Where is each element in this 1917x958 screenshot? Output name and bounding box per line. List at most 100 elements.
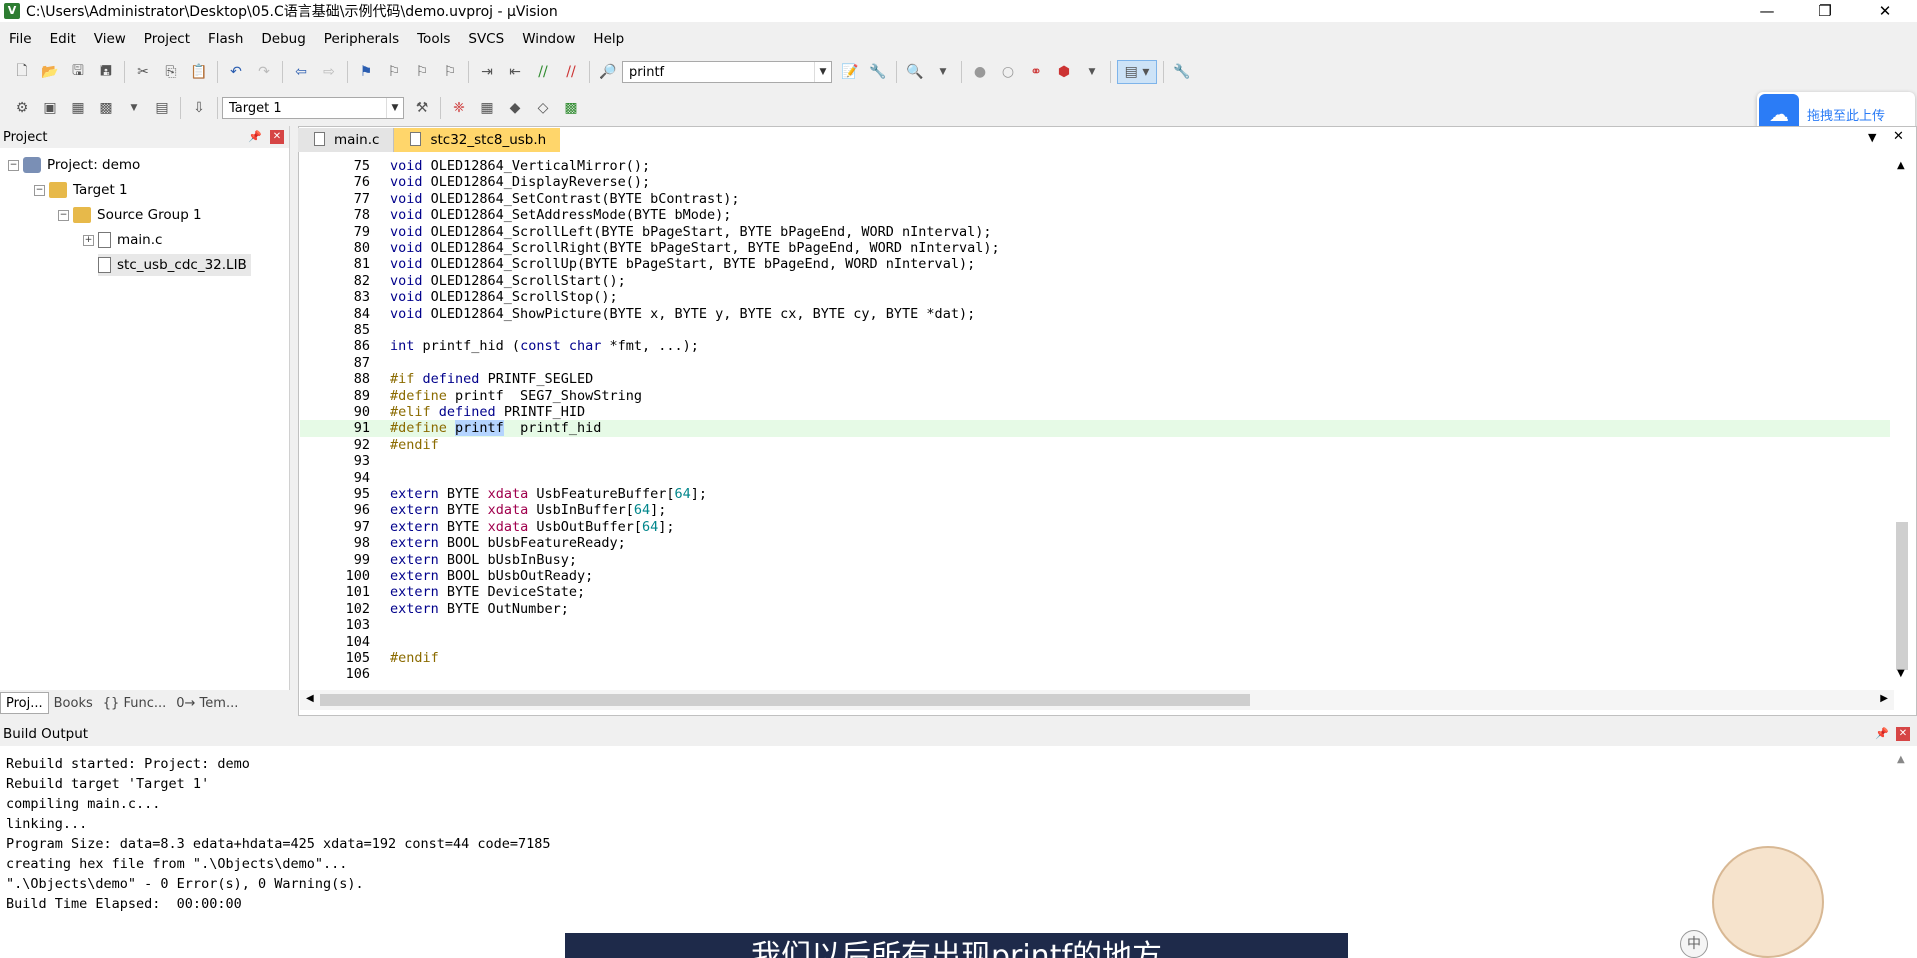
find-combobox[interactable]: printf ▼ [622,61,832,83]
menu-peripherals[interactable]: Peripherals [315,31,408,47]
code-line[interactable]: 100 extern BOOL bUsbOutReady; [300,568,1890,584]
disable-breakpoint-icon[interactable]: ○ [996,60,1020,84]
code-line[interactable]: 78 void OLED12864_SetAddressMode(BYTE bMo… [300,207,1890,223]
code-line[interactable]: 105 #endif [300,650,1890,666]
code-line[interactable]: 92 #endif [300,437,1890,453]
find-replace-icon[interactable]: 🔧 [866,60,890,84]
pack-installer-icon[interactable]: ▩ [559,96,583,120]
scroll-up-icon[interactable]: ▲ [1897,160,1905,171]
bookmark-icon[interactable]: ⚑ [354,60,378,84]
code-line[interactable]: 102 extern BYTE OutNumber; [300,601,1890,617]
close-window-button[interactable]: ✕ [1856,0,1914,22]
build-icon[interactable]: ▣ [38,96,62,120]
configure-tools-icon[interactable]: 🔧 [1170,60,1194,84]
code-line[interactable]: 83 void OLED12864_ScrollStop(); [300,289,1890,305]
tree-file-lib[interactable]: stc_usb_cdc_32.LIB [98,254,251,276]
start-debug-icon[interactable]: 🔍 [903,60,927,84]
code-line[interactable]: 86 int printf_hid (const char *fmt, ...); [300,338,1890,354]
indent-icon[interactable]: ⇥ [475,60,499,84]
copy-icon[interactable]: ⎘ [159,60,183,84]
unindent-icon[interactable]: ⇤ [503,60,527,84]
code-line[interactable]: 96 extern BYTE xdata UsbInBuffer[64]; [300,502,1890,518]
ime-indicator[interactable]: 中 [1680,930,1708,958]
menu-window[interactable]: Window [513,31,584,47]
tab-stc32-usb-h[interactable]: stc32_stc8_usb.h [394,128,561,152]
tab-project[interactable]: Proj... [0,692,49,714]
save-all-icon[interactable]: 🖪 [94,60,118,84]
pin-icon[interactable]: 📌 [248,130,262,143]
manage-items-icon[interactable]: ▦ [475,96,499,120]
new-file-icon[interactable]: 🗋 [10,60,34,84]
cut-icon[interactable]: ✂ [131,60,155,84]
chevron-down-icon[interactable]: ▼ [931,60,955,84]
code-line[interactable]: 77 void OLED12864_SetContrast(BYTE bContr… [300,191,1890,207]
prev-bookmark-icon[interactable]: ⚐ [382,60,406,84]
collapse-icon[interactable]: − [34,184,45,196]
code-line[interactable]: 93 [300,453,1890,469]
menu-project[interactable]: Project [135,31,199,47]
menu-view[interactable]: View [85,31,135,47]
kill-breakpoints-icon[interactable]: ⚭ [1024,60,1048,84]
code-line[interactable]: 89 #define printf SEG7_ShowString [300,388,1890,404]
code-line[interactable]: 98 extern BOOL bUsbFeatureReady; [300,535,1890,551]
redo-icon[interactable]: ↷ [252,60,276,84]
collapse-icon[interactable]: − [58,209,69,221]
manage-components-icon[interactable]: ❈ [447,96,471,120]
code-line[interactable]: 103 [300,617,1890,633]
clear-bookmarks-icon[interactable]: ⚐ [438,60,462,84]
scrollbar-thumb[interactable] [1896,522,1908,670]
chevron-down-icon[interactable]: ▼ [1080,60,1104,84]
close-icon[interactable]: ✕ [270,130,284,144]
chevron-down-icon[interactable]: ▼ [386,98,403,118]
tab-main-c[interactable]: main.c [298,128,395,152]
close-editor-icon[interactable]: ✕ [1893,129,1904,144]
target-select[interactable]: Target 1 ▼ [222,97,404,119]
menu-edit[interactable]: Edit [41,31,85,47]
scroll-down-icon[interactable]: ▼ [1897,668,1905,679]
open-folder-icon[interactable]: 📂 [38,60,62,84]
code-line[interactable]: 81 void OLED12864_ScrollUp(BYTE bPageStar… [300,256,1890,272]
scroll-left-icon[interactable]: ◀ [306,693,314,704]
nav-forward-icon[interactable]: ⇨ [317,60,341,84]
scroll-up-icon[interactable]: ▲ [1897,754,1905,765]
config-options-icon[interactable]: ⬢ [1052,60,1076,84]
download-icon[interactable]: ⇩ [187,96,211,120]
chevron-down-icon[interactable]: ▼ [814,62,831,82]
menu-flash[interactable]: Flash [199,31,252,47]
uncomment-icon[interactable]: // [559,60,583,84]
rebuild-icon[interactable]: ▦ [66,96,90,120]
save-icon[interactable]: 🖫 [66,60,90,84]
code-line[interactable]: 90 #elif defined PRINTF_HID [300,404,1890,420]
code-line[interactable]: 99 extern BOOL bUsbInBusy; [300,552,1890,568]
tab-list-icon[interactable]: ▼ [1868,131,1876,144]
code-line[interactable]: 88 #if defined PRINTF_SEGLED [300,371,1890,387]
code-line[interactable]: 84 void OLED12864_ShowPicture(BYTE x, BYT… [300,306,1890,322]
window-layout-icon[interactable]: ▤ ▾ [1117,60,1157,84]
code-line[interactable]: 95 extern BYTE xdata UsbFeatureBuffer[64]… [300,486,1890,502]
tree-file-main-c[interactable]: + main.c [83,229,162,251]
collapse-icon[interactable]: − [8,159,19,171]
stop-build-icon[interactable]: ▤ [150,96,174,120]
editor-hscrollbar[interactable]: ◀ ▶ [300,690,1894,710]
code-line[interactable]: 91 #define printf printf_hid [300,420,1890,437]
find-in-files-icon[interactable]: 🔎 [596,60,620,84]
menu-svcs[interactable]: SVCS [459,31,513,47]
tab-books[interactable]: Books [49,692,98,714]
close-icon[interactable]: ✕ [1896,727,1910,741]
code-line[interactable]: 94 [300,470,1890,486]
nav-back-icon[interactable]: ⇦ [289,60,313,84]
menu-debug[interactable]: Debug [252,31,314,47]
pin-icon[interactable]: 📌 [1875,727,1889,740]
incremental-find-icon[interactable]: 📝 [838,60,862,84]
code-line[interactable]: 76 void OLED12864_DisplayReverse(); [300,174,1890,190]
tree-target[interactable]: − Target 1 [34,179,128,201]
tab-templates[interactable]: 0→ Tem... [171,692,243,714]
tree-source-group[interactable]: − Source Group 1 [58,204,202,226]
comment-icon[interactable]: // [531,60,555,84]
code-line[interactable]: 82 void OLED12864_ScrollStart(); [300,273,1890,289]
code-line[interactable]: 87 [300,355,1890,371]
chevron-down-icon[interactable]: ▼ [122,96,146,120]
code-line[interactable]: 79 void OLED12864_ScrollLeft(BYTE bPageSt… [300,224,1890,240]
paste-icon[interactable]: 📋 [187,60,211,84]
target-options-icon[interactable]: ⚒ [410,96,434,120]
